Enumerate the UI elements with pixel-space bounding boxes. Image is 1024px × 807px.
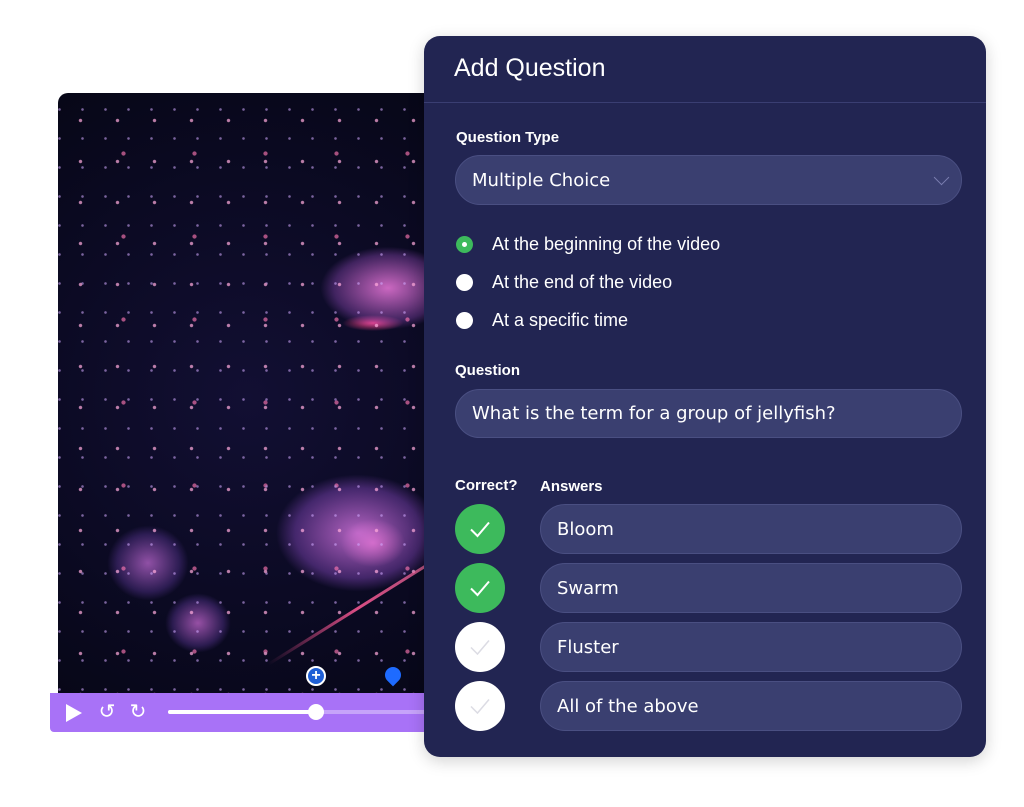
answers-column-header: Answers [540,478,603,495]
question-input[interactable]: What is the term for a group of jellyfis… [455,389,962,438]
chevron-down-icon [933,169,950,186]
answer-value: Swarm [557,577,619,599]
answer-input[interactable]: Bloom [540,504,962,554]
progress-slider[interactable] [168,704,458,720]
check-icon [470,580,490,597]
play-icon[interactable] [66,704,82,722]
answer-input[interactable]: Fluster [540,622,962,672]
answer-input[interactable]: Swarm [540,563,962,613]
video-preview[interactable] [58,93,438,703]
video-particles [58,93,438,703]
question-label: Question [455,362,521,379]
timing-option-label: At a specific time [492,310,629,330]
timing-option-beginning[interactable]: At the beginning of the video [456,234,720,255]
timing-option-specific-time[interactable]: At a specific time [456,310,628,331]
answer-input[interactable]: All of the above [540,681,962,731]
timing-option-end[interactable]: At the end of the video [456,272,672,293]
correct-toggle-off[interactable] [455,622,505,672]
panel-title: Add Question [424,36,986,103]
question-type-select[interactable]: Multiple Choice [455,155,962,205]
video-control-bar: ↺ ↻ [50,693,458,732]
answer-value: Fluster [557,636,619,658]
answer-value: Bloom [557,518,614,540]
correct-toggle-off[interactable] [455,681,505,731]
answer-value: All of the above [557,695,699,717]
timing-option-label: At the end of the video [492,272,673,292]
progress-fill [168,710,316,714]
forward-icon[interactable]: ↻ [129,702,147,722]
check-icon [470,699,490,715]
add-question-marker-icon[interactable]: + [306,666,326,686]
question-type-label: Question Type [456,129,560,146]
rewind-icon[interactable]: ↺ [98,702,116,722]
question-type-value: Multiple Choice [472,169,611,191]
correct-toggle-on[interactable] [455,504,505,554]
check-icon [470,640,490,656]
radio-button-selected[interactable] [456,236,473,253]
radio-button[interactable] [456,274,473,291]
question-input-value: What is the term for a group of jellyfis… [472,403,836,424]
radio-button[interactable] [456,312,473,329]
correct-toggle-on[interactable] [455,563,505,613]
progress-thumb[interactable] [307,704,324,720]
add-question-panel: Add Question Question Type Multiple Choi… [424,36,986,757]
correct-column-header: Correct? [455,477,518,494]
check-icon [470,521,490,538]
timing-option-label: At the beginning of the video [492,234,721,254]
